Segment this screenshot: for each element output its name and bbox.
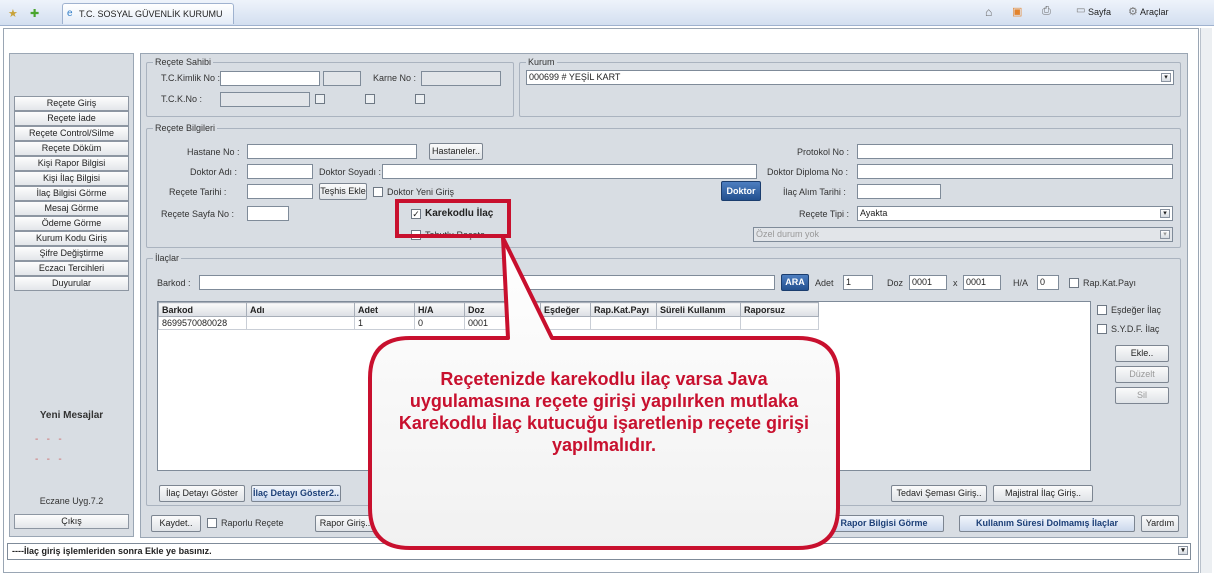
callout-text: Reçetenizde karekodlu ilaç varsa Java uy… bbox=[398, 369, 810, 455]
callout-bubble-shape bbox=[368, 236, 840, 550]
